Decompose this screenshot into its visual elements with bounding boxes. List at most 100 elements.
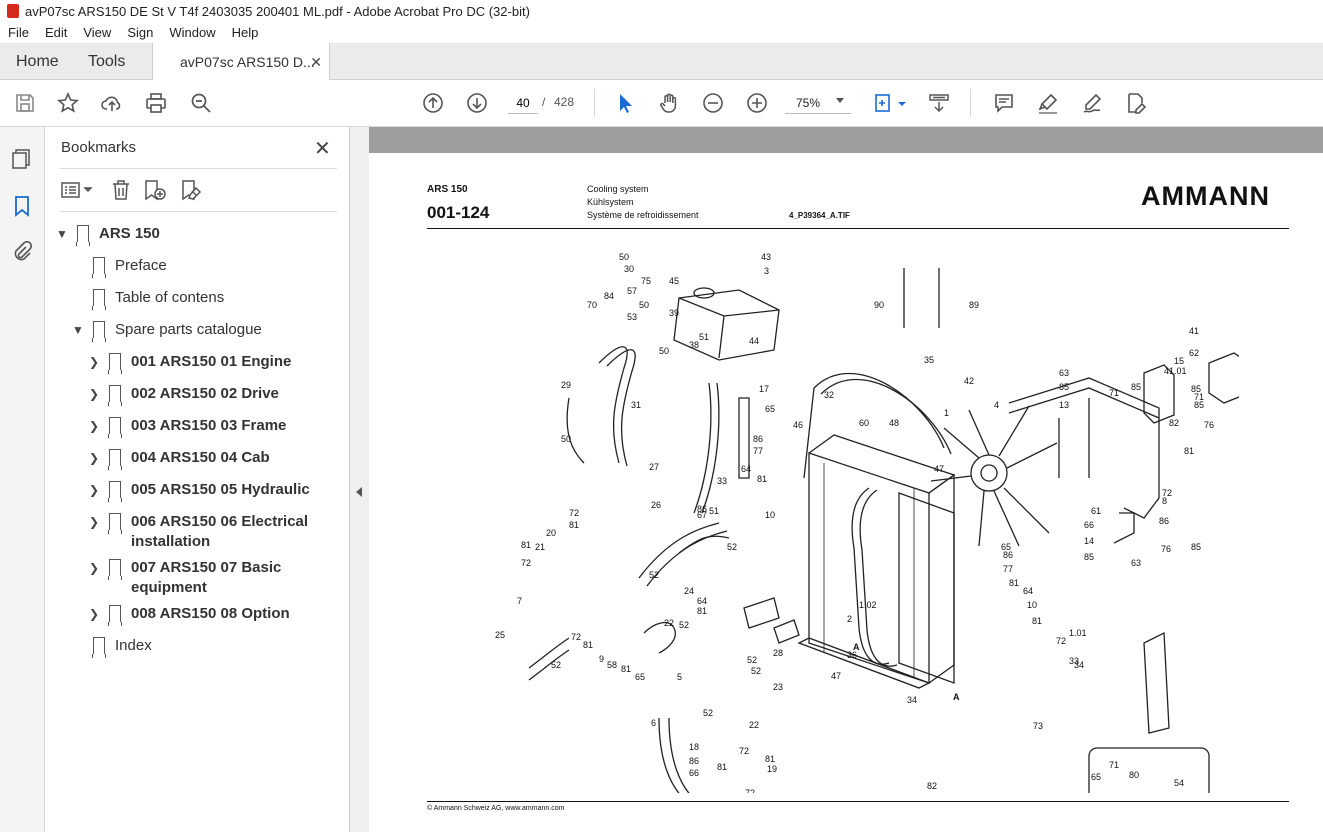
chevron-down-icon[interactable]: ▼ [71, 320, 85, 340]
chevron-down-icon[interactable]: ▼ [55, 224, 69, 244]
callout-label: 50 [639, 300, 649, 310]
bookmark-ars150[interactable]: ▼ ARS 150 [55, 224, 160, 246]
chevron-right-icon[interactable]: ❯ [87, 352, 101, 372]
bookmark-003-frame[interactable]: ❯ 003 ARS150 03 Frame [87, 416, 286, 438]
callout-label: 66 [689, 768, 699, 778]
callout-label: 8 [1162, 496, 1167, 506]
callout-label: 26 [651, 500, 661, 510]
callout-label: 70 [587, 300, 597, 310]
bookmark-002-drive[interactable]: ❯ 002 ARS150 02 Drive [87, 384, 279, 406]
arrow-down-circle-icon[interactable] [465, 91, 489, 115]
callout-label: 65 [765, 404, 775, 414]
star-icon[interactable] [56, 91, 80, 115]
cursor-icon[interactable] [613, 91, 637, 115]
tab-home[interactable]: Home [16, 43, 59, 80]
plus-circle-icon[interactable] [745, 91, 769, 115]
chevron-right-icon[interactable]: ❯ [87, 416, 101, 436]
bookmark-preface[interactable]: Preface [92, 256, 167, 278]
callout-label: 50 [659, 346, 669, 356]
edit-pdf-icon[interactable] [1124, 91, 1148, 115]
image-ref: 4_P39364_A.TIF [789, 211, 850, 220]
document-viewer[interactable]: ARS 150 001-124 Cooling system Kühlsyste… [369, 127, 1323, 832]
bookmark-flag-icon [92, 257, 107, 278]
bookmark-tools [59, 175, 339, 205]
callout-label: 51 [699, 332, 709, 342]
close-panel-icon[interactable]: ✕ [314, 136, 331, 161]
callout-label: 81 [569, 520, 579, 530]
bookmark-006-electrical[interactable]: ❯ 006 ARS150 06 Electrical installation [87, 512, 308, 552]
attachment-icon[interactable] [11, 240, 33, 263]
bookmark-flag-icon [108, 559, 123, 580]
bookmark-icon[interactable] [11, 195, 33, 217]
bookmark-flag-icon [76, 225, 91, 246]
fit-page-icon[interactable] [872, 91, 896, 115]
new-bookmark-icon[interactable] [143, 179, 167, 201]
menu-edit[interactable]: Edit [37, 25, 75, 40]
menu-view[interactable]: View [75, 25, 119, 40]
print-icon[interactable] [144, 91, 168, 115]
callout-label: 86 [697, 504, 707, 514]
callout-label: 63 [1131, 558, 1141, 568]
save-icon[interactable] [13, 91, 37, 115]
callout-label: 1 [944, 408, 949, 418]
bookmark-flag-icon [108, 417, 123, 438]
bookmark-settings-icon[interactable] [180, 179, 204, 201]
zoom-select[interactable]: 75% [785, 92, 851, 114]
comment-icon[interactable] [992, 91, 1016, 115]
callout-label: 72 [569, 508, 579, 518]
chevron-right-icon[interactable]: ❯ [87, 384, 101, 404]
arrow-up-circle-icon[interactable] [421, 91, 445, 115]
tab-tools[interactable]: Tools [88, 43, 125, 80]
callout-label: 65 [1091, 772, 1101, 782]
callout-label: 75 [641, 276, 651, 286]
bookmark-spare-parts[interactable]: ▼ Spare parts catalogue [71, 320, 262, 342]
bookmark-table-of-contents[interactable]: Table of contens [92, 288, 224, 310]
close-tab-icon[interactable]: ✕ [310, 54, 322, 71]
title-de: Kühlsystem [587, 197, 634, 207]
scroll-mode-icon[interactable] [927, 91, 951, 115]
callout-label: 86 [1159, 516, 1169, 526]
bookmark-flag-icon [92, 637, 107, 658]
callout-label: 39 [669, 308, 679, 318]
chevron-right-icon[interactable]: ❯ [87, 512, 101, 532]
menu-sign[interactable]: Sign [119, 25, 161, 40]
callout-label: 50 [561, 434, 571, 444]
pages-thumbnail-icon[interactable] [11, 148, 33, 170]
bookmark-005-hydraulic[interactable]: ❯ 005 ARS150 05 Hydraulic [87, 480, 310, 502]
bookmark-007-basic[interactable]: ❯ 007 ARS150 07 Basic equipment [87, 558, 281, 598]
tab-document[interactable]: avP07sc ARS150 D... ✕ [152, 43, 330, 81]
hand-icon[interactable] [657, 91, 681, 115]
menu-help[interactable]: Help [224, 25, 267, 40]
panel-collapse-handle[interactable] [350, 127, 369, 832]
fit-page-dropdown-icon[interactable] [896, 91, 908, 115]
callout-label: 76 [1204, 420, 1214, 430]
page-number-input[interactable] [508, 92, 538, 114]
callout-label: 32 [824, 390, 834, 400]
bookmark-004-cab[interactable]: ❯ 004 ARS150 04 Cab [87, 448, 270, 470]
callout-label: 48 [889, 418, 899, 428]
chevron-right-icon[interactable]: ❯ [87, 558, 101, 578]
callout-label: 34 [907, 695, 917, 705]
cloud-upload-icon[interactable] [100, 91, 124, 115]
options-menu-icon[interactable] [61, 181, 97, 199]
menu-file[interactable]: File [0, 25, 37, 40]
chevron-right-icon[interactable]: ❯ [87, 604, 101, 624]
search-zoom-icon[interactable] [189, 91, 213, 115]
callout-label: 86 [1003, 550, 1013, 560]
menu-window[interactable]: Window [161, 25, 223, 40]
highlighter-icon[interactable] [1036, 91, 1060, 115]
callout-label: 3 [764, 266, 769, 276]
bookmark-index[interactable]: Index [92, 636, 152, 658]
delete-bookmark-icon[interactable] [111, 179, 131, 201]
pen-icon[interactable] [1080, 91, 1104, 115]
minus-circle-icon[interactable] [701, 91, 725, 115]
callout-label: 64 [1023, 586, 1033, 596]
callout-label: A [953, 692, 960, 702]
chevron-right-icon[interactable]: ❯ [87, 448, 101, 468]
bookmark-008-option[interactable]: ❯ 008 ARS150 08 Option [87, 604, 290, 626]
callout-label: 43 [761, 252, 771, 262]
bookmark-001-engine[interactable]: ❯ 001 ARS150 01 Engine [87, 352, 291, 374]
chevron-right-icon[interactable]: ❯ [87, 480, 101, 500]
callout-label: 19 [767, 764, 777, 774]
callout-label: 54 [1174, 778, 1184, 788]
